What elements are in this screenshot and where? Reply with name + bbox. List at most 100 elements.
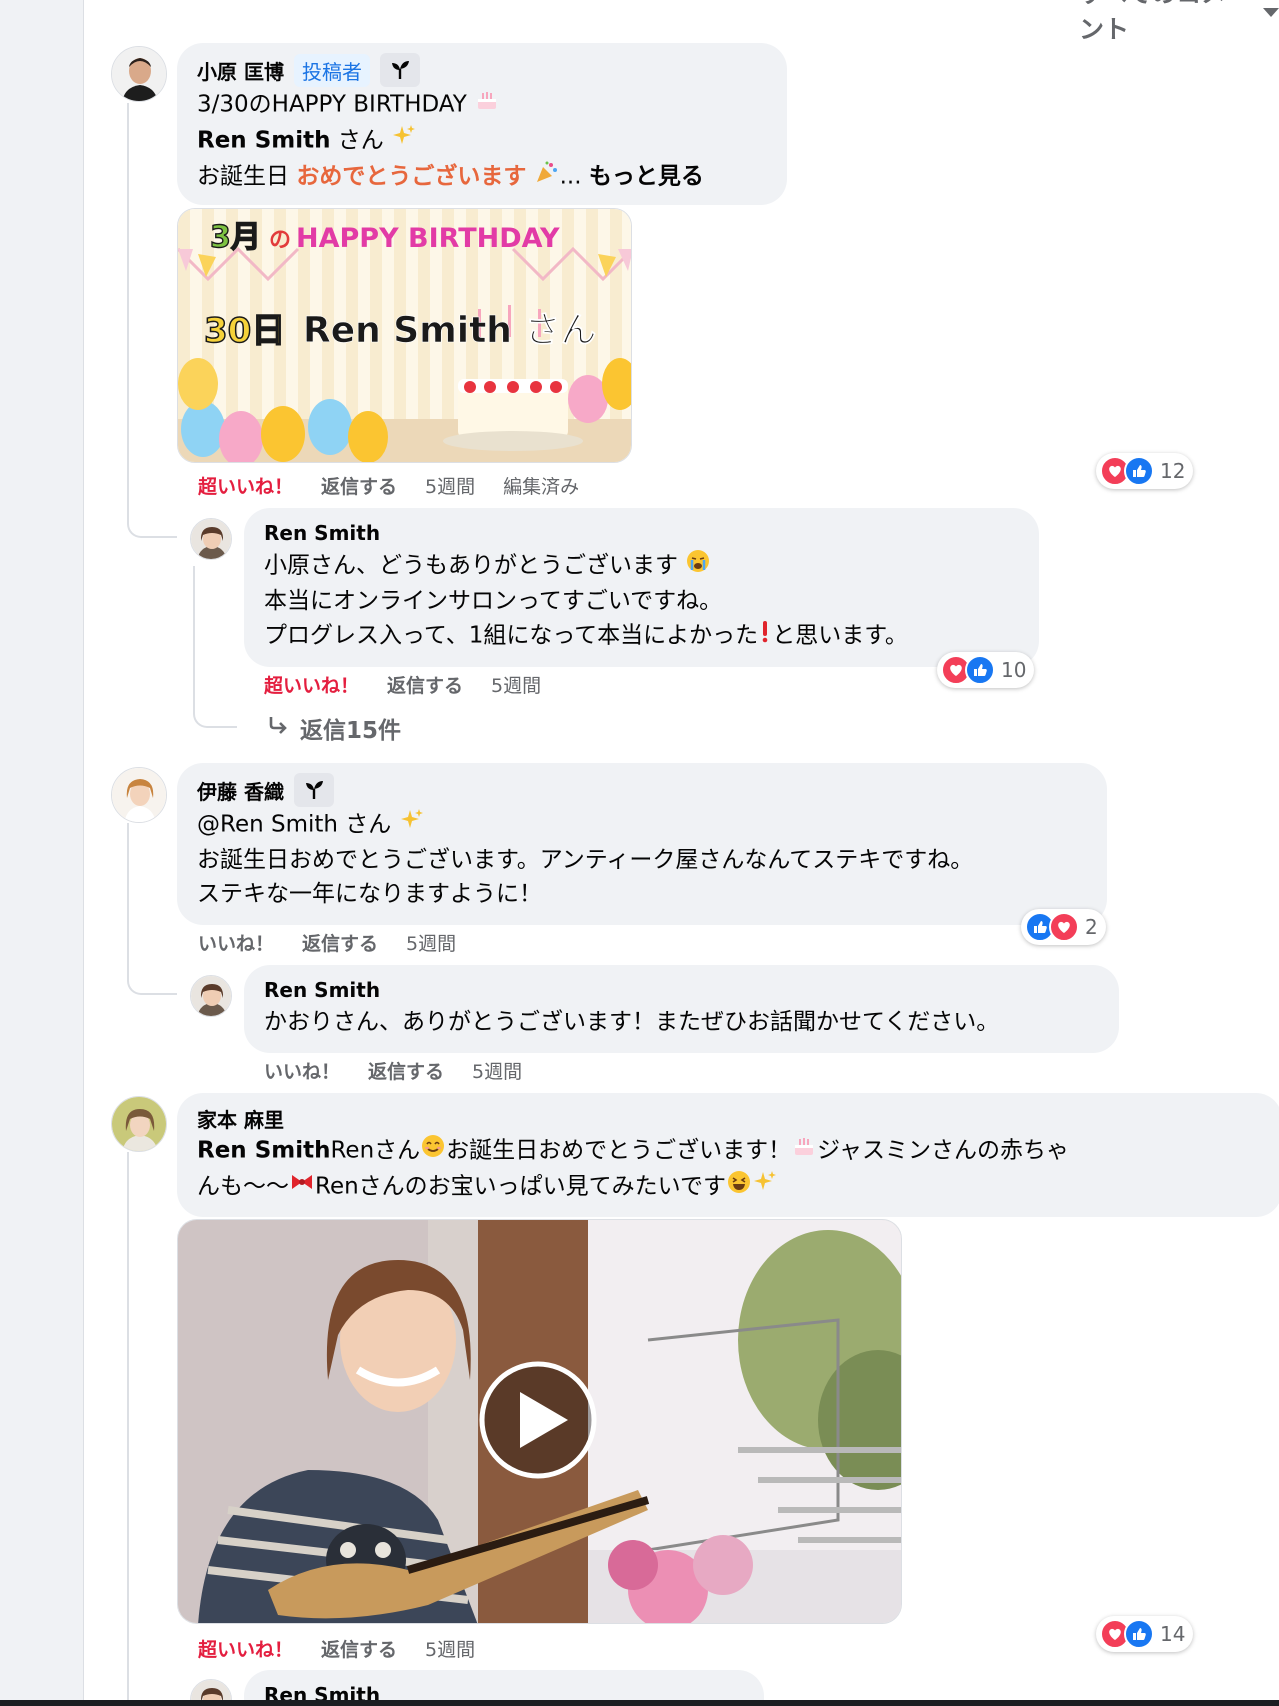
comment-text: お誕生日 <box>197 163 297 190</box>
comment-text: んも〜〜 <box>197 1173 289 1200</box>
sprout-icon[interactable] <box>293 773 334 807</box>
see-more-link[interactable]: もっと見る <box>589 164 704 190</box>
reaction-count: 2 <box>1085 915 1098 939</box>
mention-link[interactable]: Ren Smith <box>197 128 330 154</box>
reaction-summary[interactable]: 10 <box>937 652 1035 688</box>
comment-actions: 超いいね！ 返信する 5週間 編集済み <box>198 470 579 500</box>
comment-text: 3/30のHAPPY BIRTHDAY <box>197 91 467 118</box>
comment-actions: いいね！ 返信する 5週間 <box>264 1055 522 1085</box>
reply-button[interactable]: 返信する <box>387 671 463 698</box>
author-badge: 投稿者 <box>293 53 370 87</box>
banner-title-happy: HAPPY BIRTHDAY <box>296 223 560 254</box>
comment-actions: 超いいね！ 返信する 5週間 <box>198 1633 475 1663</box>
comment-text-line: 3/30のHAPPY BIRTHDAY <box>197 87 767 123</box>
comment-text-line: プログレス入って、1組になって本当によかった と思います。 <box>264 618 1019 654</box>
comment-author[interactable]: 小原 匡博 <box>197 56 284 85</box>
comment-text-line: Ren Smith さん <box>197 123 767 159</box>
comment-text: さん <box>330 127 384 154</box>
comment-author[interactable]: 伊藤 香織 <box>197 776 284 805</box>
avatar[interactable] <box>111 767 167 823</box>
avatar[interactable] <box>111 1096 167 1152</box>
comment-timestamp[interactable]: 5週間 <box>491 671 541 698</box>
party-popper-emoji-icon <box>534 159 560 195</box>
cake-emoji-icon <box>474 87 500 123</box>
love-reaction-button[interactable]: 超いいね！ <box>264 671 359 698</box>
reply-bubble: Ren Smith 小原さん、どうもありがとうございます 本当にオンラインサロン… <box>244 508 1039 667</box>
sprout-icon[interactable] <box>379 53 420 87</box>
like-button[interactable]: いいね！ <box>198 929 274 956</box>
thumbs-up-icon <box>1124 1619 1154 1649</box>
comment-author[interactable]: Ren Smith <box>264 978 380 1002</box>
reply-button[interactable]: 返信する <box>368 1057 444 1084</box>
sparkles-emoji-icon <box>399 807 425 843</box>
reply-button[interactable]: 返信する <box>302 929 378 956</box>
thumbs-up-icon <box>1124 456 1154 486</box>
comment-text-line: ステキな一年になりますように！ <box>197 881 542 907</box>
comment-text-line: Ren SmithRenさん お誕生日おめでとうございます！ ジャスミンさんの赤ちゃ <box>197 1133 1262 1169</box>
comment-text-highlight: おめでとうございます <box>296 163 527 190</box>
reaction-count: 14 <box>1160 1622 1186 1646</box>
comment-timestamp[interactable]: 5週間 <box>472 1057 522 1084</box>
love-reaction-button[interactable]: 超いいね！ <box>198 1635 293 1662</box>
comment-text: @Ren Smith さん <box>197 811 392 838</box>
bottom-edge-bar <box>0 1700 1279 1706</box>
comment-author[interactable]: Ren Smith <box>264 521 380 545</box>
video-thumbnail[interactable] <box>177 1219 902 1624</box>
reply-arrow-icon <box>266 713 290 743</box>
comment-text-line: 小原さん、どうもありがとうございます <box>264 548 1019 584</box>
comment-text: 小原さん、どうもありがとうございます <box>264 552 678 579</box>
comment-text-line: お誕生日 おめでとうございます ... もっと見る <box>197 159 767 195</box>
comment-timestamp[interactable]: 5週間 <box>425 472 475 499</box>
exclamation-emoji-icon <box>758 618 772 654</box>
avatar[interactable] <box>111 46 167 102</box>
mention-link[interactable]: Ren Smith <box>197 1138 330 1164</box>
reaction-count: 10 <box>1001 658 1027 682</box>
reaction-summary[interactable]: 14 <box>1096 1616 1194 1652</box>
comment-bubble: 伊藤 香織 @Ren Smith さん お誕生日おめでとうございます。アンティー… <box>177 763 1107 925</box>
laughing-face-emoji-icon <box>726 1169 752 1205</box>
comment-author[interactable]: 家本 麻里 <box>197 1104 284 1133</box>
reaction-count: 12 <box>1160 459 1186 483</box>
comment-text-line: @Ren Smith さん <box>197 807 1087 843</box>
comment-timestamp[interactable]: 5週間 <box>406 929 456 956</box>
comment-text-line: お誕生日おめでとうございます。アンティーク屋さんなんてステキですね。 <box>197 847 974 873</box>
thread-connector <box>193 690 237 728</box>
edited-label[interactable]: 編集済み <box>503 472 579 499</box>
comment-timestamp[interactable]: 5週間 <box>425 1635 475 1662</box>
avatar[interactable] <box>190 975 232 1017</box>
ribbon-emoji-icon <box>289 1169 315 1205</box>
chevron-down-icon <box>1263 7 1279 17</box>
comment-text-line: かおりさん、ありがとうございます！またぜひお話聞かせてください。 <box>264 1009 1000 1035</box>
comment-text-line: 本当にオンラインサロンってすごいですね。 <box>264 588 723 614</box>
thread-line <box>127 1152 129 1706</box>
comment-text-line: んも〜〜 Renさんのお宝いっぱい見てみたいです <box>197 1169 1262 1205</box>
comment-bubble: 家本 麻里 Ren SmithRenさん お誕生日おめでとうございます！ ジャスミン… <box>177 1093 1279 1217</box>
thread-connector <box>127 935 177 995</box>
like-button[interactable]: いいね！ <box>264 1057 340 1084</box>
sparkles-emoji-icon <box>752 1169 778 1205</box>
avatar[interactable] <box>190 518 232 560</box>
love-reaction-button[interactable]: 超いいね！ <box>198 472 293 499</box>
reply-button[interactable]: 返信する <box>321 472 397 499</box>
comments-panel: すべてのコメント 小原 匡博 投稿者 3/30のHAPPY BIRTHDAY R… <box>83 0 1279 1706</box>
sort-label: すべてのコメント <box>1079 0 1226 44</box>
comment-text: Renさんのお宝いっぱい見てみたいです <box>315 1173 726 1200</box>
banner-name: Ren Smith さん <box>303 310 596 351</box>
reaction-summary[interactable]: 12 <box>1096 453 1194 489</box>
comment-sort-dropdown[interactable]: すべてのコメント <box>1079 0 1279 44</box>
comment-text: と思います。 <box>772 622 908 649</box>
reaction-summary[interactable]: 2 <box>1021 909 1106 945</box>
comment-text: Renさん <box>330 1137 421 1164</box>
more-replies-label: 返信15件 <box>300 718 402 744</box>
birthday-banner-image[interactable]: 3月 の HAPPY BIRTHDAY 30日 Ren Smith さん <box>177 208 632 463</box>
banner-title-no: の <box>269 228 291 253</box>
thread-connector <box>127 480 177 538</box>
comment-actions: いいね！ 返信する 5週間 <box>198 927 456 957</box>
view-more-replies-button[interactable]: 返信15件 <box>266 711 401 745</box>
reply-button[interactable]: 返信する <box>321 1635 397 1662</box>
banner-title-month: 3月 <box>210 220 261 255</box>
comment-text: ジャスミンさんの赤ちゃ <box>817 1137 1070 1164</box>
cake-emoji-icon <box>791 1133 817 1169</box>
ellipsis: ... <box>559 163 582 190</box>
thumbs-up-icon <box>965 655 995 685</box>
